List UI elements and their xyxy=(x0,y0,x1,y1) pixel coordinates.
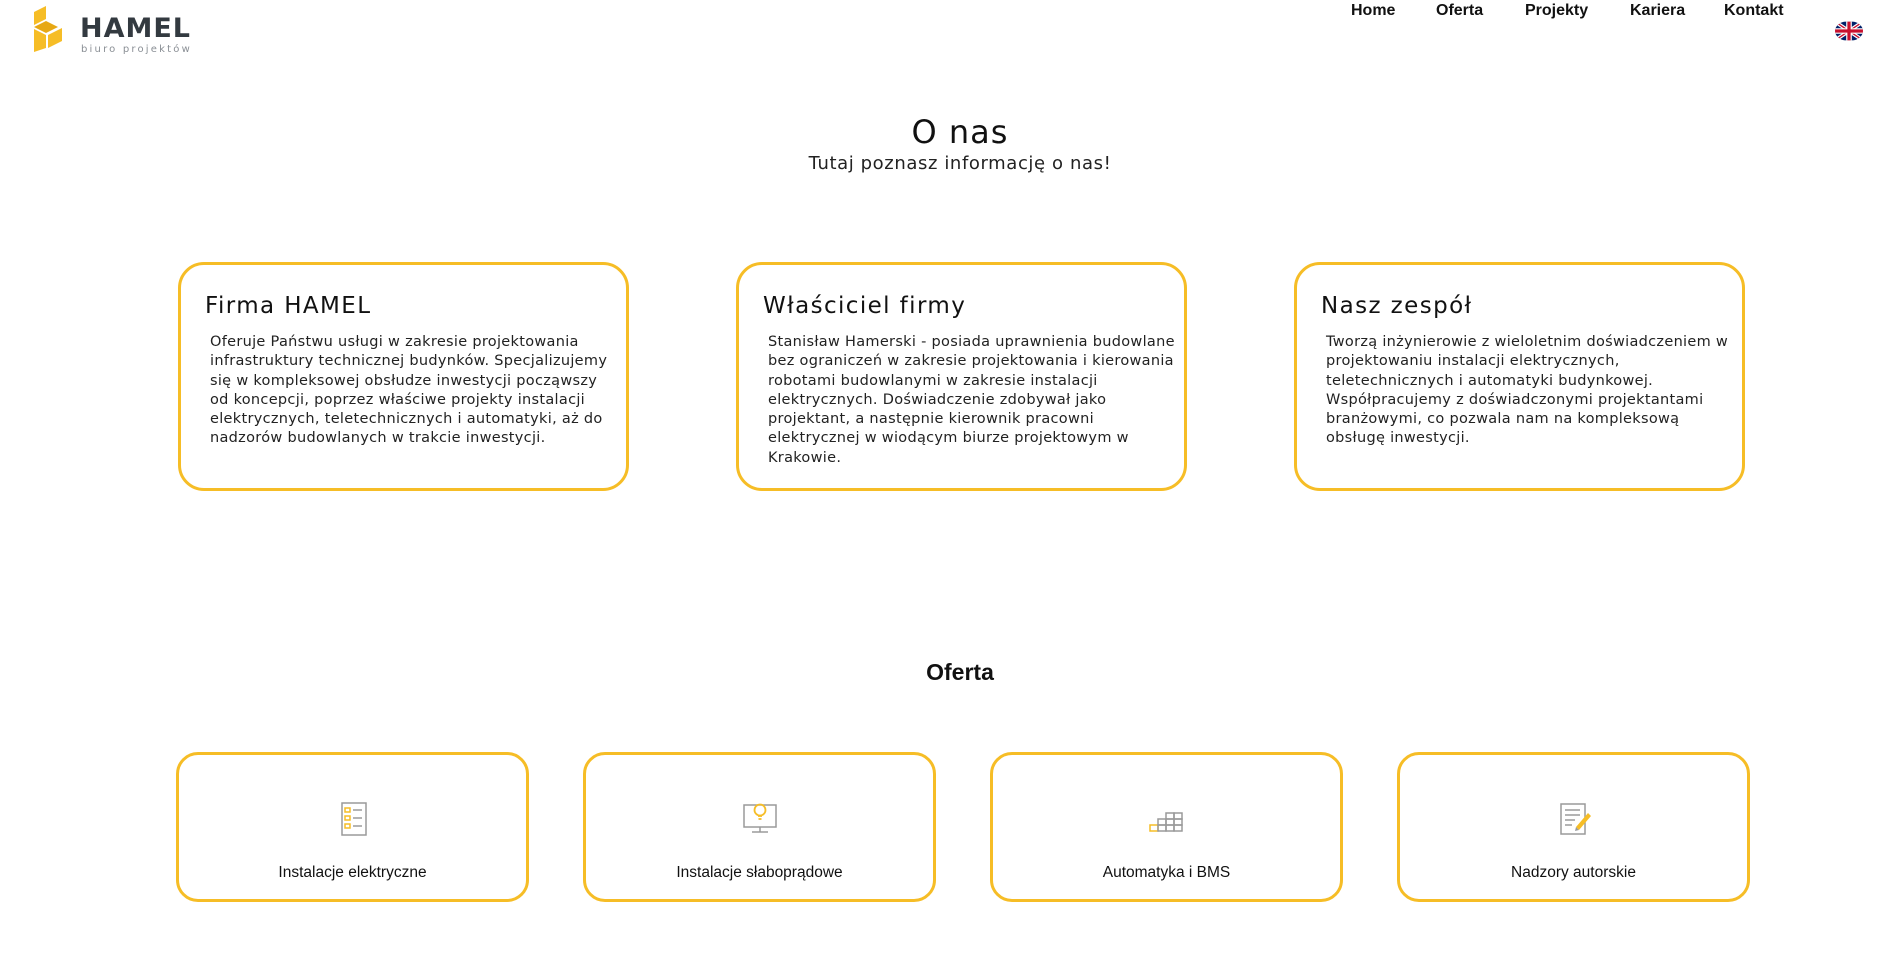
brand-tagline: biuro projektów xyxy=(81,44,192,55)
about-card-team: Nasz zespół Tworzą inżynierowie z wielol… xyxy=(1294,262,1745,491)
offer-card-label: Nadzory autorskie xyxy=(1511,864,1636,881)
offer-card-label: Instalacje słaboprądowe xyxy=(676,864,843,881)
uk-flag-icon[interactable] xyxy=(1835,21,1863,41)
about-card-title: Nasz zespół xyxy=(1321,293,1473,319)
nav-item-oferta[interactable]: Oferta xyxy=(1436,2,1483,20)
about-subtitle: Tutaj poznasz informację o nas! xyxy=(808,153,1112,174)
logo-link[interactable]: HAMEL biuro projektów xyxy=(32,6,232,55)
hamel-logo-icon xyxy=(34,6,62,52)
bulb-monitor-icon xyxy=(742,803,777,833)
offer-card-label: Automatyka i BMS xyxy=(1102,864,1231,881)
brand-name: HAMEL xyxy=(80,13,192,44)
about-card-owner: Właściciel firmy Stanisław Hamerski - po… xyxy=(736,262,1187,491)
offer-title: Oferta xyxy=(926,659,994,685)
nav-item-kontakt[interactable]: Kontakt xyxy=(1724,2,1784,20)
nav-item-home[interactable]: Home xyxy=(1351,2,1395,20)
nav-item-kariera[interactable]: Kariera xyxy=(1630,2,1685,20)
nav-item-projekty[interactable]: Projekty xyxy=(1525,2,1588,20)
uk-flag-svg xyxy=(1835,21,1863,41)
offer-card-label: Instalacje elektryczne xyxy=(278,864,427,881)
checklist-icon xyxy=(340,802,367,836)
offer-card-supervision[interactable]: Nadzory autorskie xyxy=(1397,752,1750,902)
site-header: HAMEL biuro projektów Home Oferta Projek… xyxy=(0,0,1901,62)
about-card-title: Firma HAMEL xyxy=(205,293,372,319)
about-card-text: Tworzą inżynierowie z wieloletnim doświa… xyxy=(1326,334,1729,447)
offer-card-automation[interactable]: Automatyka i BMS xyxy=(990,752,1343,902)
offer-card-low-voltage[interactable]: Instalacje słaboprądowe xyxy=(583,752,936,902)
about-title: O nas xyxy=(911,113,1009,151)
about-card-text: Oferuje Państwu usługi w zakresie projek… xyxy=(210,334,608,447)
document-pen-icon xyxy=(1559,803,1591,835)
about-card-text: Stanisław Hamerski - posiada uprawnienia… xyxy=(768,334,1175,466)
about-card-title: Właściciel firmy xyxy=(763,293,967,319)
stairs-blocks-icon xyxy=(1148,812,1183,832)
offer-card-electrical[interactable]: Instalacje elektryczne xyxy=(176,752,529,902)
about-card-company: Firma HAMEL Oferuje Państwu usługi w zak… xyxy=(178,262,629,491)
